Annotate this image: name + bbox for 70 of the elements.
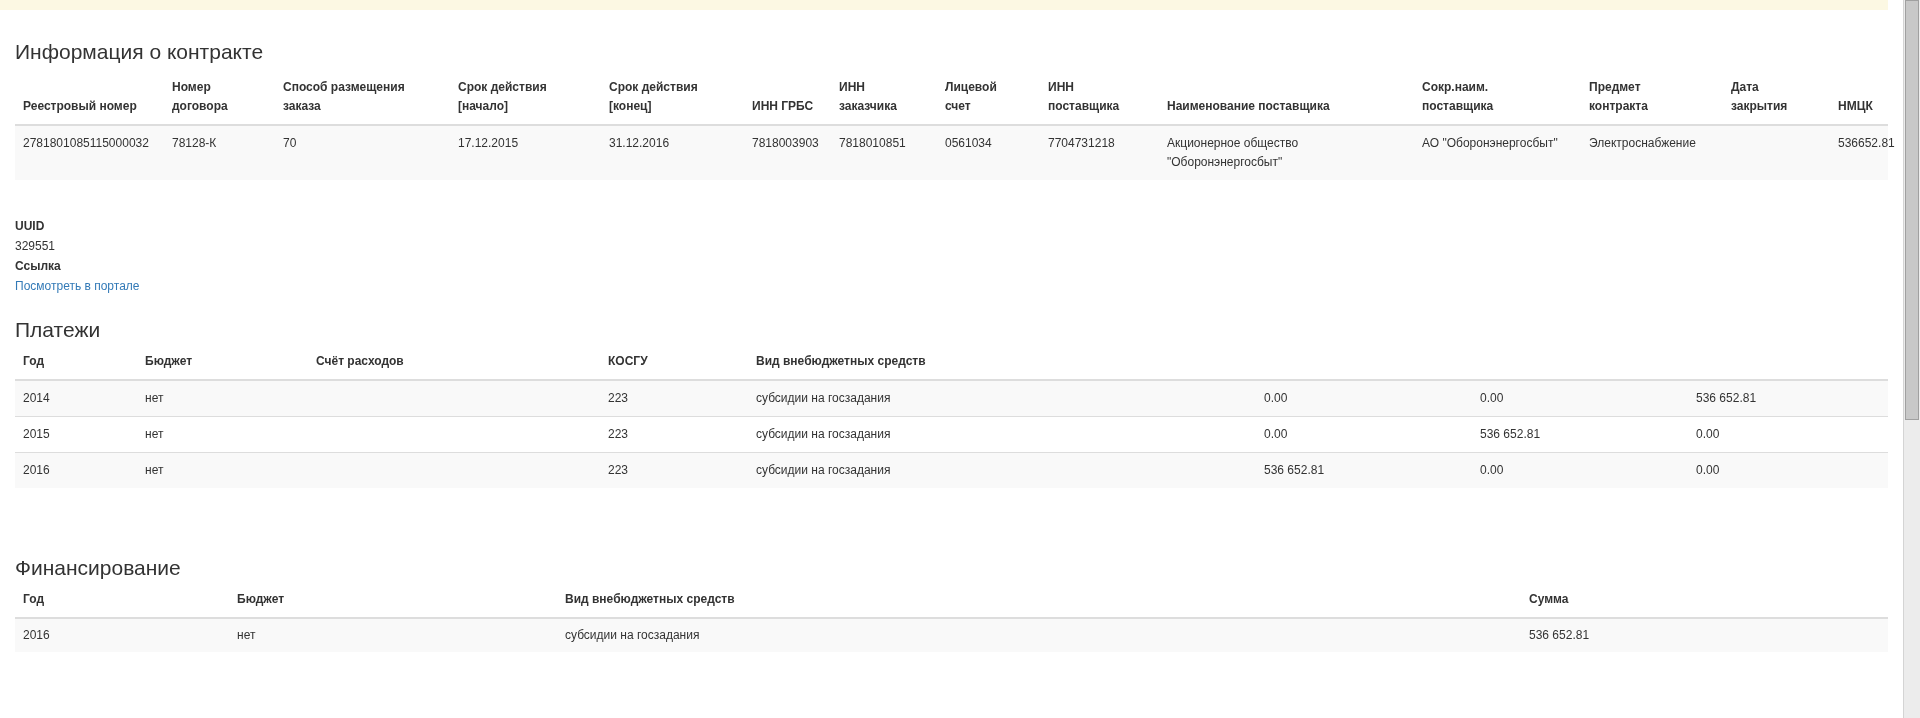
column-header: ИНН поставщика <box>1048 79 1121 115</box>
table-cell: 536 652.81 <box>1696 391 1757 405</box>
table-cell: 78128-К <box>172 136 217 150</box>
table-cell: 0.00 <box>1480 391 1504 405</box>
table-cell: 2781801085115000032 <box>23 136 149 150</box>
table-cell: 70 <box>283 136 297 150</box>
table-cell: 17.12.2015 <box>458 136 519 150</box>
scrollbar-thumb[interactable] <box>1905 0 1919 420</box>
column-header: ИНН заказчика <box>839 79 898 115</box>
table-cell: 536 652.81 <box>1264 462 1325 477</box>
column-header: Вид внебюджетных средств <box>756 353 926 370</box>
table-cell: субсидии на госзадания <box>756 462 891 477</box>
table-cell: 0.00 <box>1264 391 1288 405</box>
table-cell: 0.00 <box>1696 462 1720 477</box>
table-cell: 2014 <box>23 391 50 405</box>
section-heading: Информация о контракте <box>15 40 265 64</box>
detail-label: Ссылка <box>15 258 62 275</box>
table-cell: АО "Оборонэнергосбыт" <box>1422 136 1558 150</box>
column-header: КОСГУ <box>608 353 648 370</box>
detail-label: UUID <box>15 218 46 235</box>
table-cell: 0.00 <box>1696 426 1720 441</box>
column-header: Срок действия [конец] <box>609 79 699 115</box>
table-cell: субсидии на госзадания <box>756 391 891 405</box>
table-cell: субсидии на госзадания <box>756 426 891 441</box>
table-cell: субсидии на госзадания <box>565 628 700 642</box>
column-header: Срок действия [начало] <box>458 79 548 115</box>
column-header: Год <box>23 353 44 370</box>
portal-link[interactable]: Посмотреть в портале <box>15 276 140 296</box>
table-cell: нет <box>145 426 164 441</box>
table-cell: Акционерное общество "Оборонэнергосбыт" <box>1167 136 1299 169</box>
column-header: Год <box>23 591 44 608</box>
detail-value: 329551 <box>15 238 57 255</box>
column-header: Счёт расходов <box>316 353 404 370</box>
table-cell: 31.12.2016 <box>609 136 670 150</box>
table-cell: 0.00 <box>1264 426 1288 441</box>
table-cell: 2016 <box>23 462 50 477</box>
table-cell: 2015 <box>23 426 50 441</box>
column-header: Бюджет <box>237 591 285 608</box>
column-header: Дата закрытия <box>1731 79 1789 115</box>
table-cell: нет <box>145 391 164 405</box>
table-cell: 7818003903 <box>752 136 819 150</box>
column-header: Вид внебюджетных средств <box>565 591 735 608</box>
column-header: Номер договора <box>172 79 229 115</box>
column-header: Предмет контракта <box>1589 79 1649 115</box>
column-header: Лицевой счет <box>945 79 998 115</box>
section-heading: Финансирование <box>15 556 182 580</box>
column-header: Сумма <box>1529 591 1569 608</box>
column-header: Реестровый номер <box>23 98 137 115</box>
table-cell: 223 <box>608 426 629 441</box>
column-header: Способ размещения заказа <box>283 79 406 115</box>
table-cell: Электроснабжение <box>1589 136 1696 150</box>
table-cell: 7818010851 <box>839 136 906 150</box>
table-cell: 223 <box>608 391 629 405</box>
column-header: Наименование поставщика <box>1167 98 1330 115</box>
table-cell: 223 <box>608 462 629 477</box>
table-cell: 536 652.81 <box>1529 628 1590 642</box>
table-cell: 536652.81 <box>1838 136 1895 150</box>
table-cell: нет <box>145 462 164 477</box>
column-header: НМЦК <box>1838 98 1873 115</box>
column-header: Сокр.наим. поставщика <box>1422 79 1495 115</box>
table-cell: 0.00 <box>1480 462 1504 477</box>
table-cell: 0561034 <box>945 136 992 150</box>
table-cell: нет <box>237 628 256 642</box>
table-cell: 7704731218 <box>1048 136 1115 150</box>
column-header: Бюджет <box>145 353 193 370</box>
column-header: ИНН ГРБС <box>752 98 814 115</box>
scrollbar[interactable] <box>1903 0 1920 718</box>
table-cell: 536 652.81 <box>1480 426 1541 441</box>
table-cell: 2016 <box>23 628 50 642</box>
section-heading: Платежи <box>15 318 102 342</box>
